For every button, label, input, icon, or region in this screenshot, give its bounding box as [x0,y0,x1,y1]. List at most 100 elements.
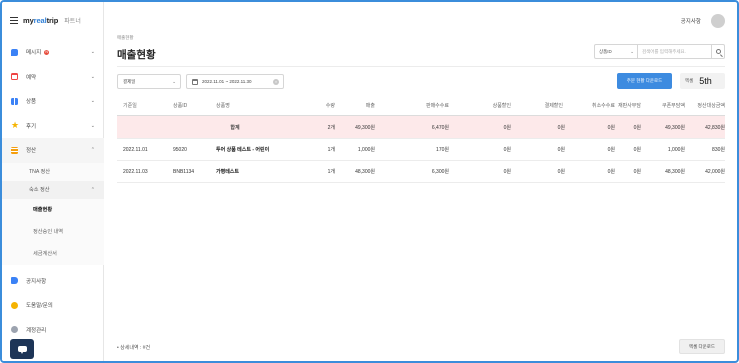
table-cell: 0원 [503,124,511,131]
table-cell: 0원 [557,169,565,175]
column-header[interactable]: 상품명 [216,95,320,115]
sidebar-menu: 메시지 N ⌄ 예약 ⌄ 상품 ⌄ ★ 후기 ⌄ 정산 ⌃ TNA 정산 숙소 … [2,40,104,342]
column-header[interactable]: 기준일 [123,95,163,115]
sidebar-item-products[interactable]: 상품 ⌄ [2,89,104,114]
table-cell: 830원 [712,147,725,153]
megaphone-icon [11,277,18,285]
product-name-link[interactable]: 투어 상품 테스트 - 어린이 [216,139,320,160]
chevron-down-icon: ⌄ [90,98,95,104]
sidebar-item-label: 도움말/문의 [26,303,53,310]
period-type-select[interactable]: 결제일 ⌄ [117,74,181,89]
breadcrumb: 매출현황 [117,35,134,40]
sidebar-item-settlement-approval[interactable]: 정산승인 내역 [2,221,104,243]
chevron-up-icon: ⌃ [90,186,95,193]
table-cell: 0원 [557,147,565,153]
chevron-down-icon: ⌄ [90,122,95,129]
table-cell: 49,300원 [665,124,685,131]
main-content: 공지사항 매출현황 매출현황 상품ID ⌄ 검색어를 입력해주세요. 결제일 ⌄… [105,2,737,361]
table-cell: 0원 [633,169,641,175]
chat-bubble-icon [17,346,27,354]
sidebar-item-reviews[interactable]: ★ 후기 ⌄ [2,114,104,139]
avatar[interactable] [711,14,725,28]
column-header[interactable]: 매출 [339,95,375,115]
search-type-value: 상품ID [599,48,612,54]
table-row[interactable]: 2022.11.03 BNB1134 가평테스트 1개 48,300원 6,30… [117,161,725,183]
search-icon [715,49,721,54]
column-header[interactable]: 결제할인 [515,95,563,115]
sidebar-item-help[interactable]: 도움말/문의 [2,293,104,318]
chevron-down-icon: ⌄ [90,73,95,80]
brand: myrealtrip 파트너 [10,14,81,26]
column-header[interactable]: 재판사부담 [597,95,641,115]
search-bar: 상품ID ⌄ 검색어를 입력해주세요. [594,44,725,59]
grid-icon [11,97,18,105]
sidebar-item-reservations[interactable]: 예약 ⌄ [2,65,104,90]
clear-icon[interactable]: × [273,79,279,85]
column-header[interactable]: 판매수수료 [387,95,449,115]
table-cell: 1,000원 [357,147,375,153]
app-frame: myrealtrip 파트너 메시지 N ⌄ 예약 ⌄ 상품 ⌄ ★ 후기 ⌄ … [0,0,739,363]
table-cell: 0원 [607,147,615,153]
date-range-picker[interactable]: 2022.11.01 ~ 2022.11.30 × [186,74,284,89]
sidebar-item-label: 계정관리 [26,327,47,334]
sidebar-item-label: 공지사항 [26,278,47,285]
chat-button[interactable] [10,339,34,359]
detail-count-note: • 상세내역 : #건 [117,345,151,351]
column-header[interactable]: 상품ID [173,95,213,115]
logo[interactable]: myrealtrip [23,16,58,25]
table-cell: 49,300원 [355,124,375,131]
table-cell: 6,470원 [431,124,449,131]
chevron-down-icon: ⌄ [90,49,95,55]
excel-download-button[interactable]: 엑셀 다운로드 [679,339,725,354]
search-type-select[interactable]: 상품ID ⌄ [594,44,638,59]
partner-label: 파트너 [64,18,81,25]
sidebar-item-sales-status[interactable]: 매출현황 [2,199,104,221]
sidebar-item-tax-invoice[interactable]: 세금계산서 [2,243,104,265]
table-cell: 42,830원 [705,124,725,131]
gear-icon [11,326,18,334]
table-row[interactable]: 2022.11.01 95020 투어 상품 테스트 - 어린이 1개 1,00… [117,139,725,161]
sidebar-item-lodging-settlement[interactable]: 숙소 정산 ⌃ [2,180,104,199]
table-cell: 0원 [503,169,511,175]
search-input[interactable]: 검색어를 입력해주세요. [638,44,712,59]
table-cell: 6,300원 [431,169,449,175]
sidebar-item-label: 정산 [26,148,37,155]
column-header[interactable]: 정산대상금액 [683,95,725,115]
search-button[interactable] [712,44,725,59]
sidebar-item-settlement[interactable]: 정산 ⌃ [2,138,104,163]
table-cell: 2개 [327,124,335,131]
order-status-download-button[interactable]: 주문 현황 다운로드 [617,73,672,89]
table-cell: 1개 [327,169,335,175]
table-cell: 0원 [607,124,615,131]
sales-table: 기준일 상품ID 상품명 수량 매출 판매수수료 상품할인 결제할인 취소수수료… [117,95,725,183]
sidebar-item-label: 후기 [26,123,37,130]
sidebar-item-notices[interactable]: 공지사항 [2,269,104,294]
table-cell: 170원 [436,147,449,153]
settlement-submenu: TNA 정산 숙소 정산 ⌃ 매출현황 정산승인 내역 세금계산서 [2,162,104,265]
chevron-down-icon: ⌄ [630,49,634,54]
table-total-row: 합계 2개 49,300원 6,470원 0원 0원 0원 0원 49,300원… [117,116,725,139]
table-cell: BNB1134 [173,168,195,175]
calendar-icon [192,78,198,85]
sidebar-item-label: 메시지 [26,50,42,57]
table-cell: 0원 [633,124,641,131]
table-cell: 48,300원 [665,169,685,175]
excel-label: 엑셀 [685,78,694,83]
sidebar-item-label: 예약 [26,74,37,81]
settlement-icon [11,146,18,154]
sidebar-item-tna-settlement[interactable]: TNA 정산 [2,163,104,181]
product-name-link[interactable]: 가평테스트 [216,161,320,182]
notice-link[interactable]: 공지사항 [681,17,701,25]
table-cell: 0원 [557,124,565,131]
table-cell: 0원 [607,169,615,175]
new-badge: N [44,49,50,55]
column-header[interactable]: 상품할인 [463,95,511,115]
column-header[interactable]: 쿠폰부담액 [641,95,685,115]
column-header[interactable]: 수량 [320,95,335,115]
chevron-down-icon: ⌄ [172,79,176,84]
excel-overlay-button[interactable]: 엑셀 5th [680,73,725,89]
hamburger-menu-icon[interactable] [10,16,18,24]
chevron-up-icon: ⌃ [90,147,95,153]
sidebar-item-messages[interactable]: 메시지 N ⌄ [2,40,104,65]
sidebar: myrealtrip 파트너 메시지 N ⌄ 예약 ⌄ 상품 ⌄ ★ 후기 ⌄ … [2,2,104,361]
